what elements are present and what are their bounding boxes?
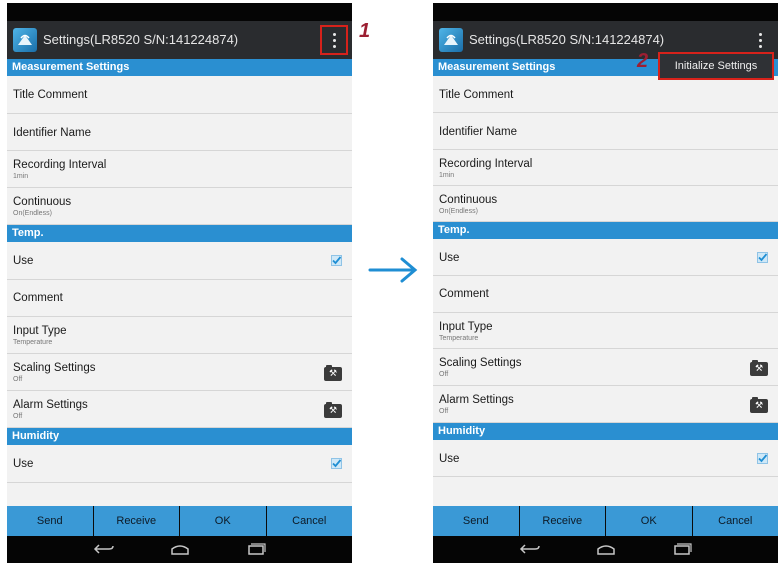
row-title-comment[interactable]: Title Comment (433, 76, 778, 113)
row-value: Off (439, 371, 449, 378)
row-temp-comment[interactable]: Comment (433, 276, 778, 313)
row-value: Temperature (439, 335, 479, 342)
row-label: Input Type (439, 321, 493, 333)
wrench-folder-icon[interactable]: ⚒ (324, 402, 342, 418)
row-alarm-settings[interactable]: Alarm Settings Off ⚒ (7, 391, 352, 428)
row-value: 1min (13, 173, 29, 180)
row-value: 1min (439, 172, 455, 179)
row-alarm-settings[interactable]: Alarm Settings Off ⚒ (433, 386, 778, 423)
checkbox-checked-icon[interactable] (757, 453, 768, 464)
screen-title: Settings(LR8520 S/N:141224874) (469, 32, 665, 47)
section-measurement-settings: Measurement Settings (7, 59, 352, 76)
row-label: Continuous (439, 194, 498, 206)
row-temp-comment[interactable]: Comment (7, 280, 352, 317)
row-label: Comment (439, 288, 489, 300)
section-temp: Temp. (433, 222, 778, 239)
send-button[interactable]: Send (433, 506, 519, 536)
checkbox-checked-icon[interactable] (331, 255, 342, 266)
wrench-folder-icon[interactable]: ⚒ (750, 397, 768, 413)
home-icon[interactable] (169, 543, 191, 555)
row-value: On(Endless) (439, 208, 478, 215)
row-label: Scaling Settings (13, 362, 96, 374)
action-bar: Settings(LR8520 S/N:141224874) (7, 21, 352, 59)
row-label: Alarm Settings (439, 394, 514, 406)
navigation-bar (7, 536, 352, 563)
row-temp-use[interactable]: Use (7, 242, 352, 280)
receive-button[interactable]: Receive (93, 506, 179, 536)
phone-screen-after: Settings(LR8520 S/N:141224874) Measureme… (433, 3, 778, 563)
row-label: Identifier Name (13, 127, 91, 139)
row-continuous[interactable]: Continuous On(Endless) (433, 186, 778, 222)
button-bar: Send Receive OK Cancel (433, 506, 778, 536)
row-label: Continuous (13, 196, 72, 208)
row-value: On(Endless) (13, 210, 52, 217)
button-bar: Send Receive OK Cancel (7, 506, 352, 536)
checkbox-checked-icon[interactable] (331, 458, 342, 469)
row-scaling-settings[interactable]: Scaling Settings Off ⚒ (7, 354, 352, 391)
row-scaling-settings[interactable]: Scaling Settings Off ⚒ (433, 349, 778, 386)
row-label: Title Comment (13, 89, 88, 101)
navigation-bar (433, 536, 778, 563)
row-label: Use (439, 453, 460, 465)
arrow-right-icon (368, 257, 418, 283)
app-icon (439, 28, 463, 52)
ok-button[interactable]: OK (606, 506, 692, 536)
overflow-menu-button[interactable] (320, 25, 348, 55)
row-label: Title Comment (439, 89, 514, 101)
row-label: Comment (13, 292, 63, 304)
wrench-folder-icon[interactable]: ⚒ (324, 365, 342, 381)
row-humidity-use[interactable]: Use (433, 440, 778, 477)
recent-apps-icon[interactable] (245, 543, 267, 555)
row-value: Off (13, 413, 23, 420)
step-number-1: 1 (359, 20, 371, 42)
row-humidity-use[interactable]: Use (7, 445, 352, 483)
status-bar (7, 3, 352, 21)
row-identifier-name[interactable]: Identifier Name (433, 113, 778, 150)
app-icon (13, 28, 37, 52)
row-label: Input Type (13, 325, 67, 337)
row-input-type[interactable]: Input Type Temperature (7, 317, 352, 354)
row-label: Use (13, 255, 34, 267)
row-label: Alarm Settings (13, 399, 88, 411)
recent-apps-icon[interactable] (671, 543, 693, 555)
phone-screen-before: Settings(LR8520 S/N:141224874) Measureme… (7, 3, 352, 563)
row-value: Temperature (13, 339, 53, 346)
ok-button[interactable]: OK (180, 506, 266, 536)
row-value: Off (13, 376, 23, 383)
checkbox-checked-icon[interactable] (757, 252, 768, 263)
settings-list[interactable]: Measurement Settings Title Comment Ident… (433, 59, 778, 507)
row-label: Scaling Settings (439, 357, 522, 369)
row-temp-use[interactable]: Use (433, 239, 778, 276)
step-number-2: 2 (637, 50, 649, 72)
cancel-button[interactable]: Cancel (266, 506, 352, 536)
settings-list[interactable]: Measurement Settings Title Comment Ident… (7, 59, 352, 507)
initialize-settings-menu-item[interactable]: Initialize Settings (658, 52, 774, 80)
status-bar (433, 3, 778, 21)
row-input-type[interactable]: Input Type Temperature (433, 313, 778, 349)
overflow-menu-button[interactable] (750, 29, 770, 51)
section-humidity: Humidity (7, 428, 352, 445)
send-button[interactable]: Send (7, 506, 93, 536)
receive-button[interactable]: Receive (519, 506, 605, 536)
cancel-button[interactable]: Cancel (692, 506, 778, 536)
row-label: Recording Interval (439, 158, 533, 170)
row-continuous[interactable]: Continuous On(Endless) (7, 188, 352, 225)
back-icon[interactable] (93, 543, 115, 555)
row-label: Use (13, 458, 34, 470)
row-label: Use (439, 252, 460, 264)
back-icon[interactable] (519, 543, 541, 555)
row-label: Identifier Name (439, 126, 517, 138)
row-title-comment[interactable]: Title Comment (7, 76, 352, 114)
screen-title: Settings(LR8520 S/N:141224874) (43, 32, 239, 47)
row-value: Off (439, 408, 449, 415)
wrench-folder-icon[interactable]: ⚒ (750, 360, 768, 376)
home-icon[interactable] (595, 543, 617, 555)
row-label: Recording Interval (13, 159, 107, 171)
row-recording-interval[interactable]: Recording Interval 1min (433, 150, 778, 186)
row-identifier-name[interactable]: Identifier Name (7, 114, 352, 151)
section-temp: Temp. (7, 225, 352, 242)
row-recording-interval[interactable]: Recording Interval 1min (7, 151, 352, 188)
section-humidity: Humidity (433, 423, 778, 440)
